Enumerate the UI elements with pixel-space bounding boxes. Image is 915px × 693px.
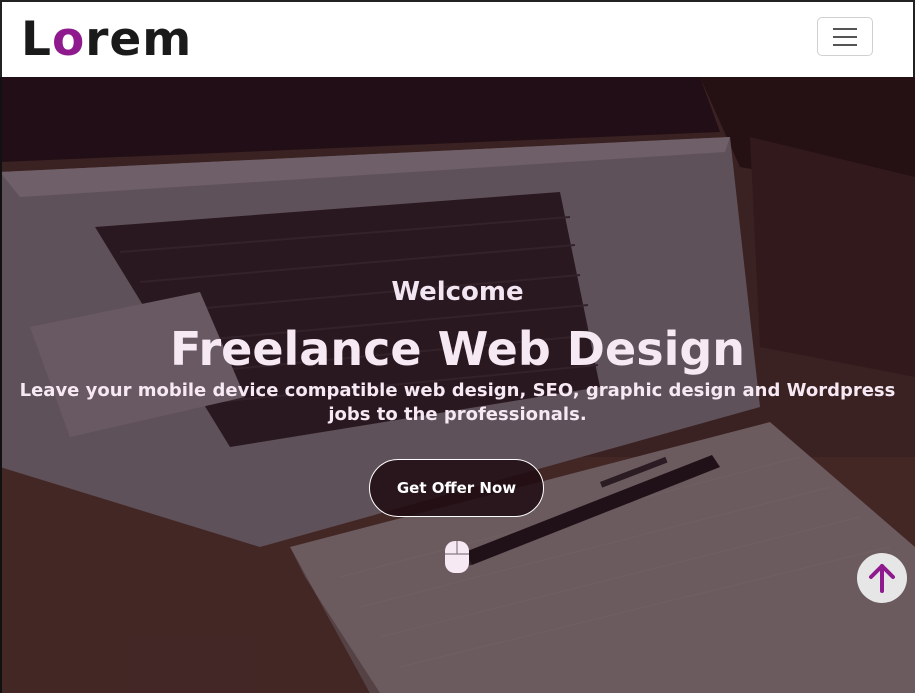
logo-letters-rest: rem xyxy=(85,12,193,67)
hamburger-menu-icon xyxy=(833,27,857,30)
hero-subtext: Leave your mobile device compatible web … xyxy=(19,380,896,425)
arrow-up-icon xyxy=(869,564,895,593)
scroll-to-top-button[interactable] xyxy=(857,553,907,603)
logo[interactable]: Lorem xyxy=(21,12,192,68)
hamburger-menu-button[interactable] xyxy=(817,17,873,56)
mouse-icon[interactable] xyxy=(444,540,470,574)
hero-section: Welcome Freelance Web Design Leave your … xyxy=(0,77,915,693)
navbar: Lorem xyxy=(0,0,915,77)
hamburger-line xyxy=(833,43,857,46)
hamburger-line xyxy=(833,35,857,38)
logo-letter-l: L xyxy=(21,12,52,67)
page-edge xyxy=(0,77,2,693)
hero-welcome: Welcome xyxy=(391,277,524,307)
logo-letter-o: o xyxy=(51,12,86,67)
get-offer-button[interactable]: Get Offer Now xyxy=(369,459,544,517)
hero-headline: Freelance Web Design xyxy=(169,322,746,376)
